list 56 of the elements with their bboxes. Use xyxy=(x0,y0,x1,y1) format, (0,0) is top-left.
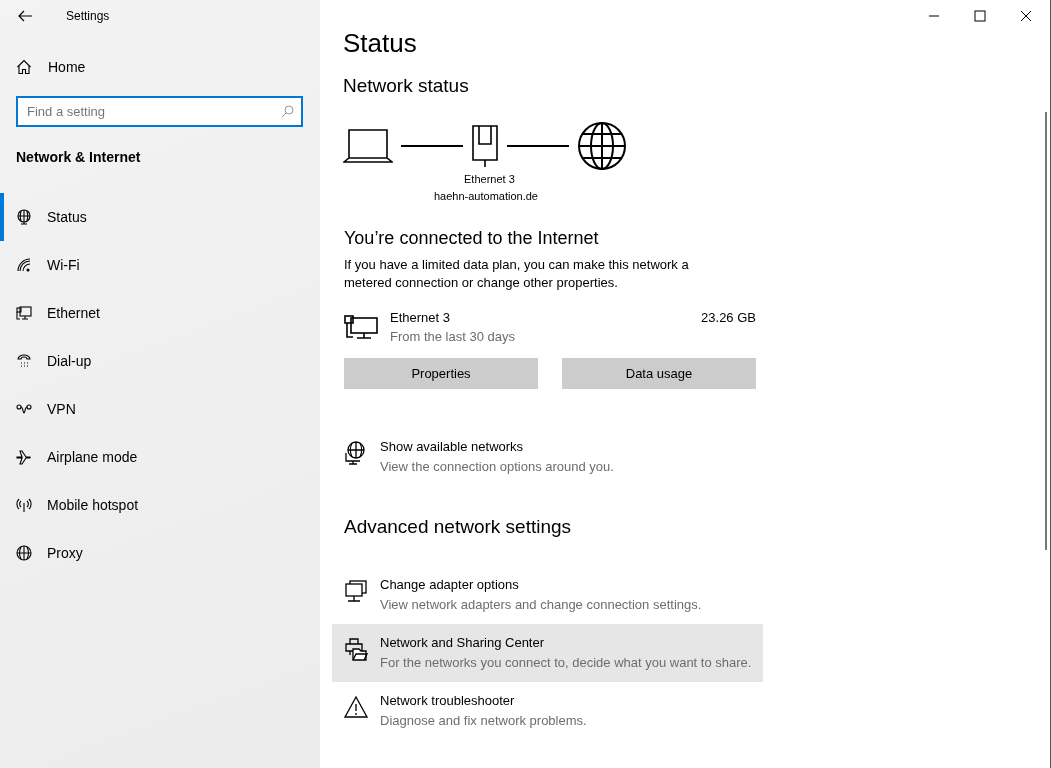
close-icon[interactable] xyxy=(1020,10,1032,22)
link-title: Change adapter options xyxy=(380,577,520,592)
link-description: View network adapters and change connection settings. xyxy=(380,597,702,612)
properties-button[interactable]: Properties xyxy=(344,358,538,389)
home-link[interactable]: Home xyxy=(16,57,320,77)
globe-icon xyxy=(577,121,627,171)
section-heading: Advanced network settings xyxy=(344,516,573,538)
nav-item[interactable]: Proxy xyxy=(0,529,320,577)
link-item[interactable]: Show available networks View the connection options around you. xyxy=(332,431,763,482)
nav-item[interactable]: Wi-Fi xyxy=(0,241,320,289)
printer-folder-icon xyxy=(344,637,368,661)
connection-description: If you have a limited data plan, you can make this network a metered connection or change other properties. xyxy=(344,256,690,292)
nav-item[interactable]: Mobile hotspot xyxy=(0,481,320,529)
nav-item[interactable]: Airplane mode xyxy=(0,433,320,481)
ethernet-icon xyxy=(344,314,378,342)
section-heading: Network & Internet xyxy=(16,149,142,165)
laptop-icon xyxy=(343,128,393,164)
status-icon xyxy=(16,209,32,225)
data-usage-button[interactable]: Data usage xyxy=(562,358,756,389)
link-description: Diagnose and fix network problems. xyxy=(380,713,587,728)
network-label: haehn-automation.de xyxy=(434,189,538,204)
link-title: Network troubleshooter xyxy=(380,693,516,708)
link-title: Network and Sharing Center xyxy=(380,635,546,650)
warning-icon xyxy=(344,695,368,719)
search-icon xyxy=(281,105,294,118)
usage-period: From the last 30 days xyxy=(390,329,516,344)
nav-item[interactable]: Ethernet xyxy=(0,289,320,337)
home-icon xyxy=(16,59,32,75)
link-description: View the connection options around you. xyxy=(380,459,614,474)
adapter-label: Ethernet 3 xyxy=(464,172,515,187)
link-description: For the networks you connect to, decide what you want to share. xyxy=(380,655,752,670)
scrollbar[interactable] xyxy=(1045,112,1047,550)
globe-monitor-icon xyxy=(344,441,368,465)
ethernet-port-icon xyxy=(471,124,499,168)
airplane-icon xyxy=(16,449,32,465)
search-field[interactable]: Find a setting xyxy=(16,96,303,127)
nav-item[interactable]: Dial-up xyxy=(0,337,320,385)
link-item[interactable]: Change adapter options View network adapters and change connection settings. xyxy=(332,566,763,624)
wifi-icon xyxy=(16,257,32,273)
back-icon[interactable] xyxy=(18,10,32,22)
link-item[interactable]: Network and Sharing Center For the networks you connect to, decide what you want to share. xyxy=(332,624,763,682)
link-item[interactable]: Network troubleshooter Diagnose and fix network problems. xyxy=(332,682,763,740)
hotspot-icon xyxy=(16,497,32,513)
dialup-icon xyxy=(16,353,32,369)
data-amount: 23.26 GB xyxy=(701,310,756,325)
link-title: Show available networks xyxy=(380,439,525,454)
maximize-icon[interactable] xyxy=(974,10,986,22)
ethernet-icon xyxy=(16,305,32,321)
adapter-name: Ethernet 3 xyxy=(390,310,451,325)
window-title: Settings xyxy=(66,9,110,23)
page-title: Status xyxy=(343,28,418,59)
connection-status: You’re connected to the Internet xyxy=(344,228,600,249)
globe-icon xyxy=(16,545,32,561)
section-heading: Network status xyxy=(343,75,470,97)
monitor-icon xyxy=(344,579,368,603)
nav-item[interactable]: VPN xyxy=(0,385,320,433)
